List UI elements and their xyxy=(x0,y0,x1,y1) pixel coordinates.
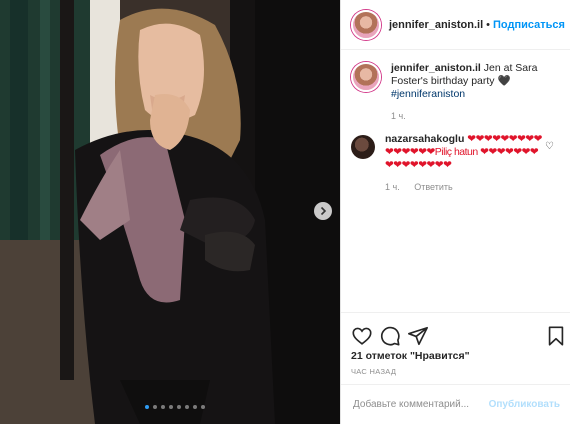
instagram-post-modal: jennifer_aniston.il • Подписаться jennif… xyxy=(0,0,570,424)
comment-meta: 1 ч. Ответить xyxy=(385,181,545,194)
carousel-dot xyxy=(185,405,189,409)
comment-like-icon[interactable]: ♡ xyxy=(545,141,554,152)
action-bar xyxy=(341,312,570,352)
comment-icon[interactable] xyxy=(379,325,401,347)
carousel-dot xyxy=(169,405,173,409)
carousel-indicator xyxy=(145,405,205,409)
post-timestamp[interactable]: час назад xyxy=(351,367,396,376)
carousel-dot xyxy=(161,405,165,409)
add-comment-bar: Опубликовать xyxy=(341,384,570,424)
carousel-next-button[interactable] xyxy=(314,202,332,220)
commenter-username[interactable]: nazarsahakoglu xyxy=(385,133,464,145)
separator-dot: • xyxy=(486,18,490,31)
caption-hashtag[interactable]: #jenniferaniston xyxy=(391,88,465,100)
caption-age[interactable]: 1 ч. xyxy=(391,111,406,121)
share-icon[interactable] xyxy=(407,325,429,347)
comment-age[interactable]: 1 ч. xyxy=(385,182,400,192)
caption-row: jennifer_aniston.il Jen at Sara Foster's… xyxy=(351,62,560,123)
post-header: jennifer_aniston.il • Подписаться xyxy=(341,0,570,50)
carousel-dot xyxy=(193,405,197,409)
author-username[interactable]: jennifer_aniston.il xyxy=(389,19,483,31)
post-side-panel: jennifer_aniston.il • Подписаться jennif… xyxy=(340,0,570,424)
commenter-avatar[interactable] xyxy=(351,135,375,159)
caption-username[interactable]: jennifer_aniston.il xyxy=(391,62,481,74)
comment-body: nazarsahakoglu ❤❤❤❤❤❤❤❤❤❤❤❤❤❤❤Piliç hatu… xyxy=(385,133,545,194)
post-photo-image xyxy=(0,0,340,424)
carousel-dot xyxy=(201,405,205,409)
chevron-right-icon xyxy=(320,206,327,216)
caption-avatar[interactable] xyxy=(351,62,381,92)
bookmark-icon[interactable] xyxy=(545,325,567,347)
likes-count[interactable]: 21 отметок "Нравится" xyxy=(351,350,470,362)
post-photo[interactable] xyxy=(0,0,340,424)
caption-meta: 1 ч. xyxy=(391,110,551,123)
comment-row: nazarsahakoglu ❤❤❤❤❤❤❤❤❤❤❤❤❤❤❤Piliç hatu… xyxy=(351,133,560,194)
carousel-dot xyxy=(177,405,181,409)
carousel-dot-active xyxy=(145,405,149,409)
caption-body: jennifer_aniston.il Jen at Sara Foster's… xyxy=(391,62,551,123)
heart-icon[interactable] xyxy=(351,325,373,347)
publish-button[interactable]: Опубликовать xyxy=(489,399,560,410)
carousel-dot xyxy=(153,405,157,409)
comments-section[interactable]: jennifer_aniston.il Jen at Sara Foster's… xyxy=(341,52,570,312)
follow-button[interactable]: Подписаться xyxy=(493,19,565,31)
author-avatar[interactable] xyxy=(351,9,381,40)
comment-input[interactable] xyxy=(351,398,489,411)
reply-button[interactable]: Ответить xyxy=(414,182,452,192)
